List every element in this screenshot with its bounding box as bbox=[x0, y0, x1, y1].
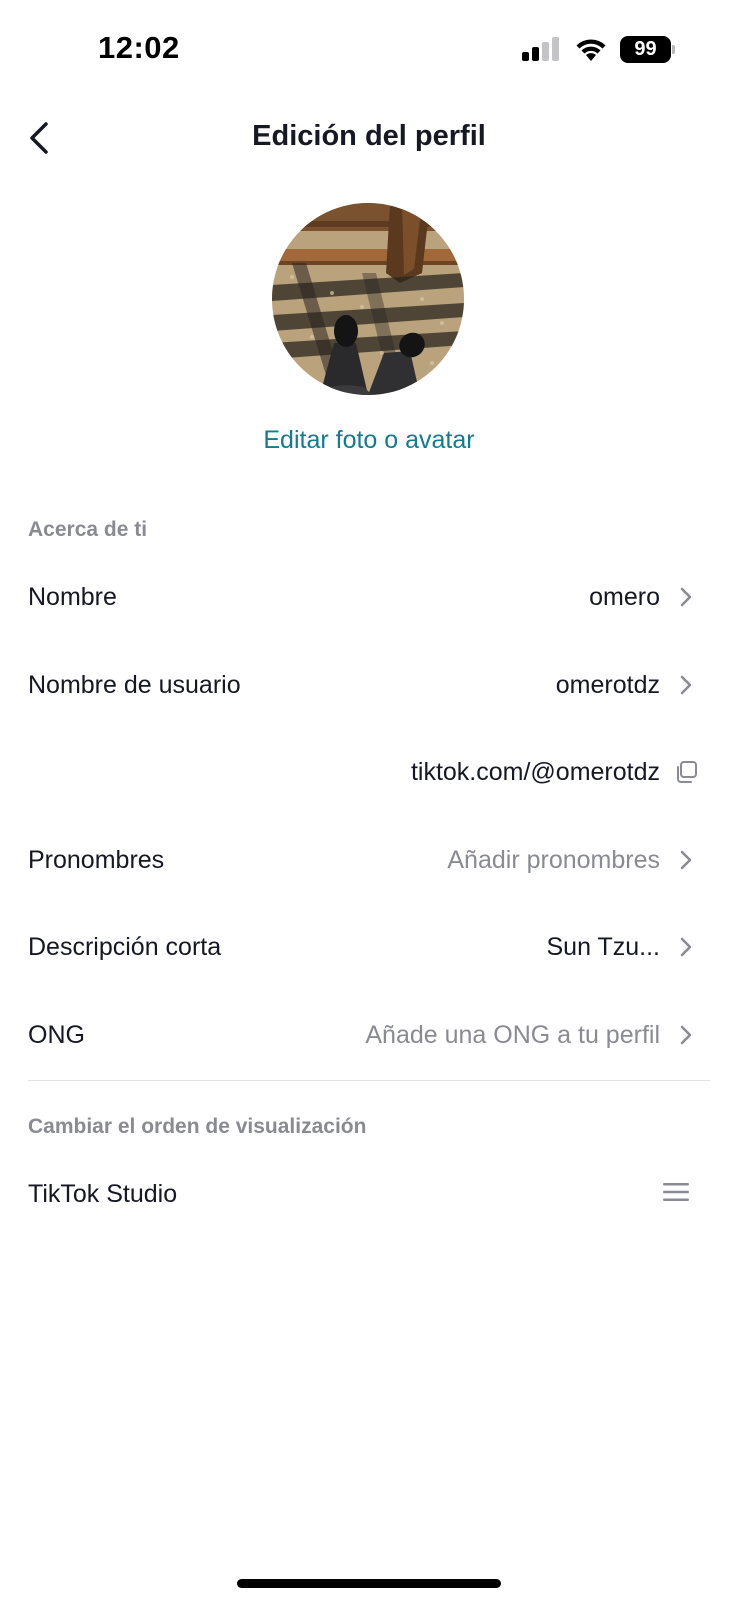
row-label: TikTok Studio bbox=[28, 1180, 178, 1208]
edit-profile-screen: 12:02 99 Edición del perfil Editar foto … bbox=[0, 0, 738, 1600]
battery-tip bbox=[672, 45, 675, 54]
status-bar: 12:02 99 bbox=[0, 0, 738, 100]
row-profile-link[interactable]: tiktok.com/@omerotdz bbox=[0, 732, 738, 812]
battery-icon: 99 bbox=[620, 36, 676, 63]
profile-link-value: tiktok.com/@omerotdz bbox=[410, 758, 660, 786]
page-title: Edición del perfil bbox=[252, 120, 486, 152]
row-value: omerotdz bbox=[555, 671, 660, 699]
chevron-right-icon bbox=[680, 675, 692, 695]
row-value: Sun Tzu... bbox=[546, 933, 661, 961]
cellular-signal-icon bbox=[522, 37, 559, 61]
row-value: omero bbox=[589, 583, 660, 611]
drag-handle-icon[interactable] bbox=[662, 1180, 690, 1204]
chevron-right-icon bbox=[680, 1025, 692, 1045]
row-tiktok-studio[interactable]: TikTok Studio bbox=[0, 1154, 738, 1234]
edit-photo-link[interactable]: Editar foto o avatar bbox=[0, 426, 738, 455]
wifi-icon bbox=[576, 39, 606, 61]
row-pronouns[interactable]: Pronombres Añadir pronombres bbox=[0, 820, 738, 900]
avatar-photo bbox=[272, 203, 464, 395]
copy-icon[interactable] bbox=[674, 760, 698, 784]
row-label: Nombre de usuario bbox=[28, 671, 241, 699]
row-ngo[interactable]: ONG Añade una ONG a tu perfil bbox=[0, 995, 738, 1075]
chevron-right-icon bbox=[680, 850, 692, 870]
header: Edición del perfil bbox=[0, 100, 738, 180]
row-label: ONG bbox=[28, 1021, 85, 1049]
row-username[interactable]: Nombre de usuario omerotdz bbox=[0, 645, 738, 725]
home-indicator[interactable] bbox=[237, 1579, 501, 1588]
battery-level: 99 bbox=[620, 36, 671, 63]
row-label: Pronombres bbox=[28, 846, 165, 874]
avatar[interactable] bbox=[272, 203, 464, 395]
row-name[interactable]: Nombre omero bbox=[0, 557, 738, 637]
status-time: 12:02 bbox=[98, 30, 180, 65]
row-label: Nombre bbox=[28, 583, 117, 611]
row-bio[interactable]: Descripción corta Sun Tzu... bbox=[0, 907, 738, 987]
chevron-right-icon bbox=[680, 937, 692, 957]
section-label-about: Acerca de ti bbox=[28, 518, 148, 541]
row-value: Añade una ONG a tu perfil bbox=[365, 1021, 660, 1049]
section-label-display-order: Cambiar el orden de visualización bbox=[28, 1115, 367, 1138]
section-divider bbox=[28, 1080, 710, 1081]
chevron-right-icon bbox=[680, 587, 692, 607]
row-label: Descripción corta bbox=[28, 933, 222, 961]
row-value: Añadir pronombres bbox=[447, 846, 660, 874]
